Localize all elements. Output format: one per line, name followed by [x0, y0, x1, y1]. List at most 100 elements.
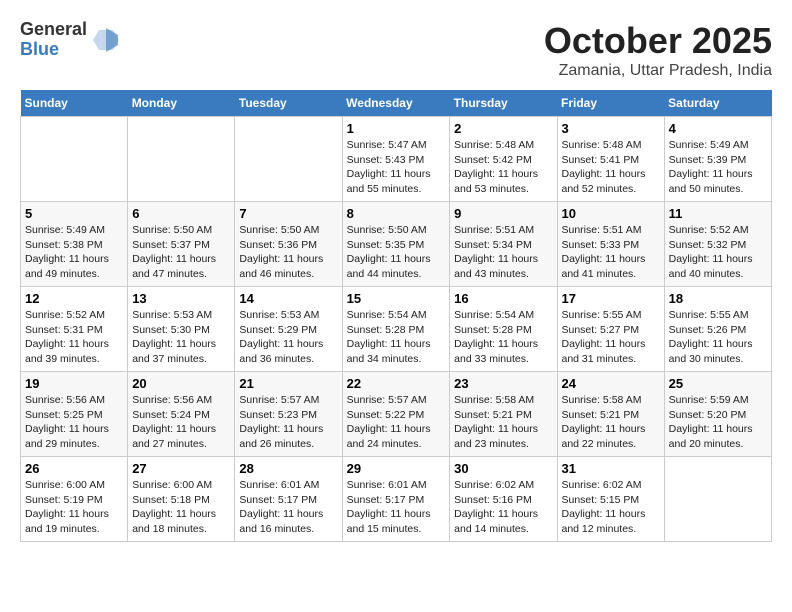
day-info: Sunrise: 5:52 AMSunset: 5:31 PMDaylight:…	[25, 309, 109, 365]
day-cell: 24 Sunrise: 5:58 AMSunset: 5:21 PMDayligh…	[557, 372, 664, 457]
day-number: 20	[132, 376, 230, 391]
day-number: 14	[239, 291, 337, 306]
day-info: Sunrise: 5:53 AMSunset: 5:30 PMDaylight:…	[132, 309, 216, 365]
day-cell	[128, 117, 235, 202]
day-number: 16	[454, 291, 552, 306]
day-cell: 20 Sunrise: 5:56 AMSunset: 5:24 PMDayligh…	[128, 372, 235, 457]
day-cell: 8 Sunrise: 5:50 AMSunset: 5:35 PMDaylight…	[342, 202, 450, 287]
day-info: Sunrise: 5:56 AMSunset: 5:24 PMDaylight:…	[132, 394, 216, 450]
day-info: Sunrise: 5:49 AMSunset: 5:39 PMDaylight:…	[669, 139, 753, 195]
week-row-2: 5 Sunrise: 5:49 AMSunset: 5:38 PMDaylight…	[21, 202, 772, 287]
day-info: Sunrise: 5:59 AMSunset: 5:20 PMDaylight:…	[669, 394, 753, 450]
day-cell: 18 Sunrise: 5:55 AMSunset: 5:26 PMDayligh…	[664, 287, 771, 372]
day-cell: 21Sunrise: 5:57 AMSunset: 5:23 PMDayligh…	[235, 372, 342, 457]
location: Zamania, Uttar Pradesh, India	[544, 62, 772, 80]
week-row-4: 19 Sunrise: 5:56 AMSunset: 5:25 PMDayligh…	[21, 372, 772, 457]
day-cell: 7 Sunrise: 5:50 AMSunset: 5:36 PMDaylight…	[235, 202, 342, 287]
day-cell: 11Sunrise: 5:52 AMSunset: 5:32 PMDayligh…	[664, 202, 771, 287]
day-info: Sunrise: 5:50 AMSunset: 5:35 PMDaylight:…	[347, 224, 431, 280]
calendar-header: SundayMondayTuesdayWednesdayThursdayFrid…	[21, 90, 772, 117]
header-day-friday: Friday	[557, 90, 664, 117]
day-info: Sunrise: 6:01 AMSunset: 5:17 PMDaylight:…	[347, 479, 431, 535]
day-number: 7	[239, 206, 337, 221]
title-section: October 2025 Zamania, Uttar Pradesh, Ind…	[544, 20, 772, 80]
day-cell: 9 Sunrise: 5:51 AMSunset: 5:34 PMDaylight…	[450, 202, 557, 287]
day-number: 9	[454, 206, 552, 221]
header-row: SundayMondayTuesdayWednesdayThursdayFrid…	[21, 90, 772, 117]
day-info: Sunrise: 5:55 AMSunset: 5:26 PMDaylight:…	[669, 309, 753, 365]
day-number: 22	[347, 376, 446, 391]
day-number: 5	[25, 206, 123, 221]
day-cell: 30 Sunrise: 6:02 AMSunset: 5:16 PMDayligh…	[450, 457, 557, 542]
day-number: 8	[347, 206, 446, 221]
day-info: Sunrise: 5:57 AMSunset: 5:23 PMDaylight:…	[239, 394, 323, 450]
day-number: 29	[347, 461, 446, 476]
header-day-wednesday: Wednesday	[342, 90, 450, 117]
day-cell: 29 Sunrise: 6:01 AMSunset: 5:17 PMDayligh…	[342, 457, 450, 542]
day-number: 10	[562, 206, 660, 221]
page-header: General Blue October 2025 Zamania, Uttar…	[20, 20, 772, 80]
day-cell: 5 Sunrise: 5:49 AMSunset: 5:38 PMDaylight…	[21, 202, 128, 287]
day-info: Sunrise: 5:53 AMSunset: 5:29 PMDaylight:…	[239, 309, 323, 365]
day-cell	[664, 457, 771, 542]
day-cell: 31 Sunrise: 6:02 AMSunset: 5:15 PMDayligh…	[557, 457, 664, 542]
logo: General Blue	[20, 20, 121, 60]
day-cell: 19 Sunrise: 5:56 AMSunset: 5:25 PMDayligh…	[21, 372, 128, 457]
day-cell: 6 Sunrise: 5:50 AMSunset: 5:37 PMDaylight…	[128, 202, 235, 287]
day-info: Sunrise: 5:56 AMSunset: 5:25 PMDaylight:…	[25, 394, 109, 450]
day-info: Sunrise: 6:02 AMSunset: 5:16 PMDaylight:…	[454, 479, 538, 535]
day-number: 1	[347, 121, 446, 136]
day-number: 2	[454, 121, 552, 136]
day-number: 26	[25, 461, 123, 476]
month-title: October 2025	[544, 20, 772, 62]
day-number: 18	[669, 291, 767, 306]
header-day-thursday: Thursday	[450, 90, 557, 117]
day-cell: 12Sunrise: 5:52 AMSunset: 5:31 PMDayligh…	[21, 287, 128, 372]
header-day-tuesday: Tuesday	[235, 90, 342, 117]
day-info: Sunrise: 5:49 AMSunset: 5:38 PMDaylight:…	[25, 224, 109, 280]
day-cell: 25 Sunrise: 5:59 AMSunset: 5:20 PMDayligh…	[664, 372, 771, 457]
day-info: Sunrise: 5:50 AMSunset: 5:37 PMDaylight:…	[132, 224, 216, 280]
calendar-table: SundayMondayTuesdayWednesdayThursdayFrid…	[20, 90, 772, 542]
day-cell: 22Sunrise: 5:57 AMSunset: 5:22 PMDayligh…	[342, 372, 450, 457]
logo-general-text: General	[20, 20, 87, 40]
day-cell: 3 Sunrise: 5:48 AMSunset: 5:41 PMDaylight…	[557, 117, 664, 202]
day-number: 3	[562, 121, 660, 136]
day-number: 6	[132, 206, 230, 221]
day-number: 30	[454, 461, 552, 476]
day-info: Sunrise: 5:48 AMSunset: 5:42 PMDaylight:…	[454, 139, 538, 195]
day-info: Sunrise: 5:51 AMSunset: 5:34 PMDaylight:…	[454, 224, 538, 280]
day-number: 31	[562, 461, 660, 476]
day-info: Sunrise: 5:48 AMSunset: 5:41 PMDaylight:…	[562, 139, 646, 195]
day-info: Sunrise: 6:00 AMSunset: 5:19 PMDaylight:…	[25, 479, 109, 535]
day-cell: 27Sunrise: 6:00 AMSunset: 5:18 PMDayligh…	[128, 457, 235, 542]
day-info: Sunrise: 5:58 AMSunset: 5:21 PMDaylight:…	[562, 394, 646, 450]
week-row-3: 12Sunrise: 5:52 AMSunset: 5:31 PMDayligh…	[21, 287, 772, 372]
header-day-monday: Monday	[128, 90, 235, 117]
header-day-sunday: Sunday	[21, 90, 128, 117]
day-info: Sunrise: 5:55 AMSunset: 5:27 PMDaylight:…	[562, 309, 646, 365]
day-number: 25	[669, 376, 767, 391]
day-cell: 17Sunrise: 5:55 AMSunset: 5:27 PMDayligh…	[557, 287, 664, 372]
day-number: 4	[669, 121, 767, 136]
day-info: Sunrise: 6:02 AMSunset: 5:15 PMDaylight:…	[562, 479, 646, 535]
day-number: 11	[669, 206, 767, 221]
day-info: Sunrise: 6:00 AMSunset: 5:18 PMDaylight:…	[132, 479, 216, 535]
calendar-body: 1Sunrise: 5:47 AMSunset: 5:43 PMDaylight…	[21, 117, 772, 542]
day-cell: 4 Sunrise: 5:49 AMSunset: 5:39 PMDaylight…	[664, 117, 771, 202]
day-cell: 10Sunrise: 5:51 AMSunset: 5:33 PMDayligh…	[557, 202, 664, 287]
day-cell: 14 Sunrise: 5:53 AMSunset: 5:29 PMDayligh…	[235, 287, 342, 372]
day-cell: 28Sunrise: 6:01 AMSunset: 5:17 PMDayligh…	[235, 457, 342, 542]
day-cell: 2 Sunrise: 5:48 AMSunset: 5:42 PMDaylight…	[450, 117, 557, 202]
day-cell	[21, 117, 128, 202]
header-day-saturday: Saturday	[664, 90, 771, 117]
day-cell: 16Sunrise: 5:54 AMSunset: 5:28 PMDayligh…	[450, 287, 557, 372]
day-info: Sunrise: 5:54 AMSunset: 5:28 PMDaylight:…	[347, 309, 431, 365]
logo-blue-text: Blue	[20, 40, 87, 60]
day-cell: 1Sunrise: 5:47 AMSunset: 5:43 PMDaylight…	[342, 117, 450, 202]
day-number: 19	[25, 376, 123, 391]
day-number: 23	[454, 376, 552, 391]
day-info: Sunrise: 5:50 AMSunset: 5:36 PMDaylight:…	[239, 224, 323, 280]
week-row-1: 1Sunrise: 5:47 AMSunset: 5:43 PMDaylight…	[21, 117, 772, 202]
day-number: 24	[562, 376, 660, 391]
